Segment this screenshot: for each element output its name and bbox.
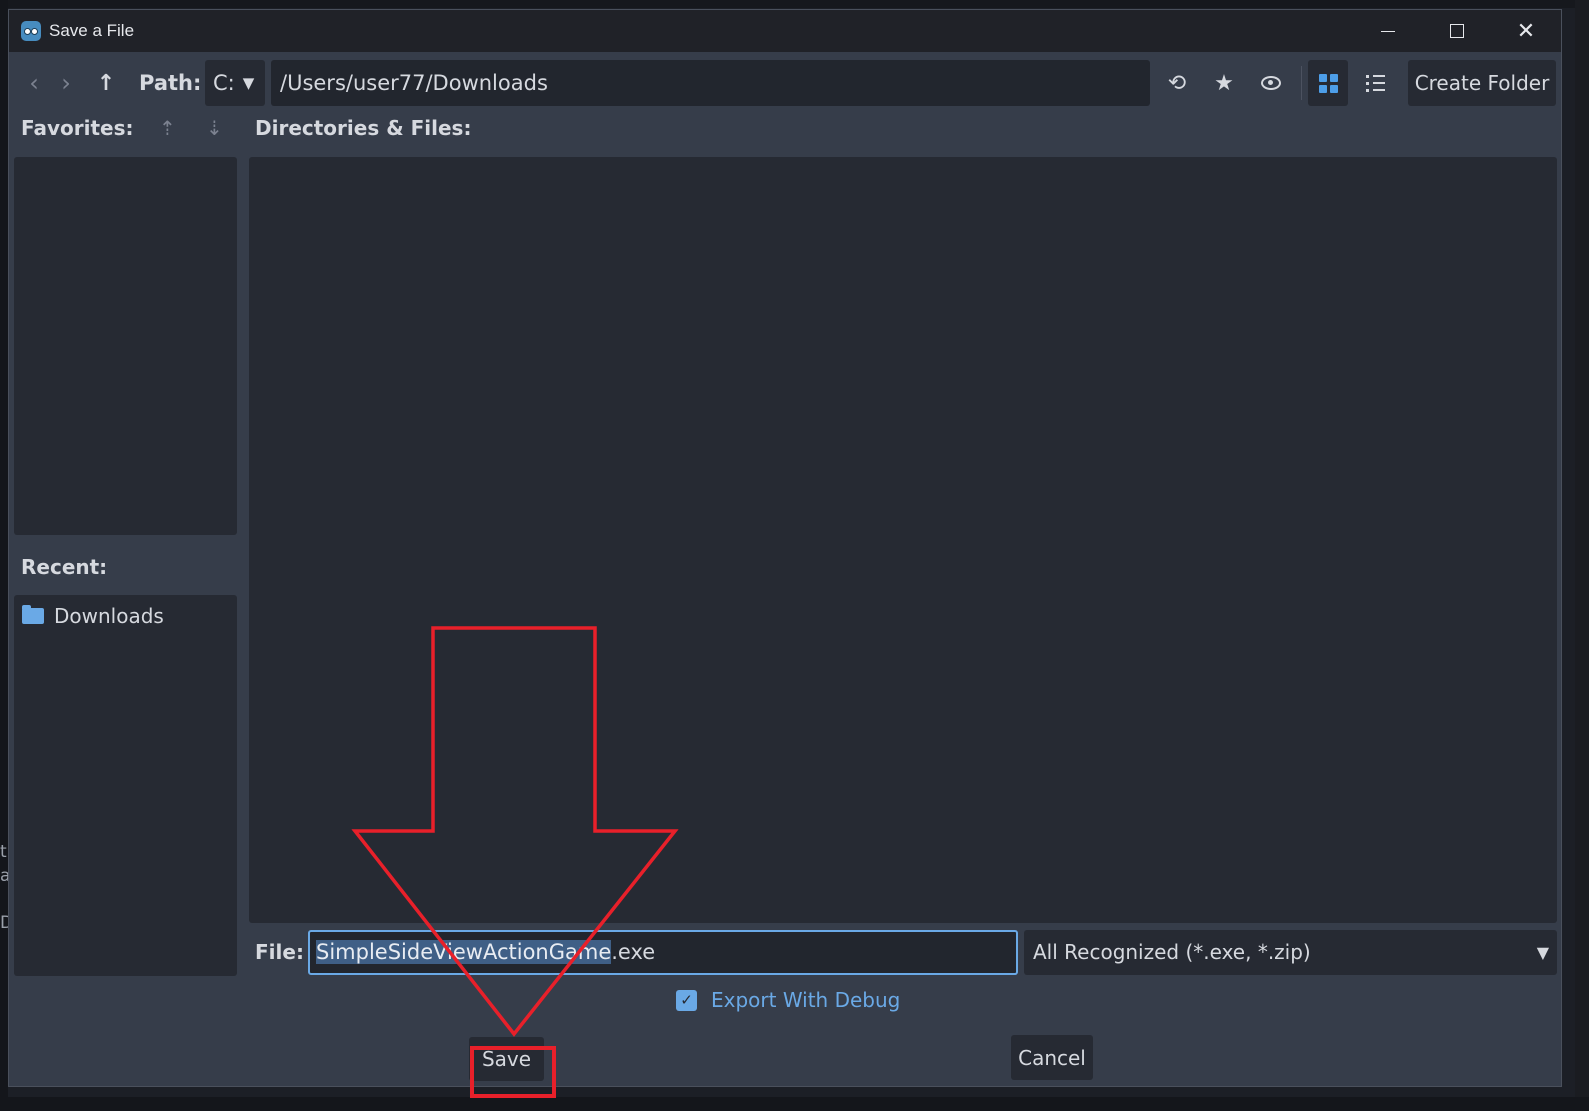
window-title: Save a File — [49, 21, 135, 40]
folder-icon — [22, 605, 44, 624]
move-favorite-up-button[interactable]: ⇡ — [159, 116, 176, 140]
toggle-hidden-files-button[interactable] — [1253, 60, 1289, 106]
path-toolbar: ‹ › ↑ Path: C: ▼ /Users/user77/Downloads… — [9, 60, 1561, 106]
directory-file-list[interactable] — [249, 157, 1557, 923]
file-type-filter-select[interactable]: All Recognized (*.exe, *.zip) ▼ — [1024, 930, 1557, 975]
file-label: File: — [255, 940, 304, 964]
recent-item-label: Downloads — [54, 604, 164, 628]
recent-label: Recent: — [21, 555, 108, 579]
cancel-button[interactable]: Cancel — [1011, 1035, 1093, 1080]
save-button[interactable]: Save — [469, 1037, 544, 1081]
drive-select[interactable]: C: ▼ — [205, 60, 265, 106]
back-button[interactable]: ‹ — [19, 60, 49, 106]
list-view-icon — [1365, 74, 1385, 92]
grid-view-icon — [1318, 73, 1338, 93]
maximize-button[interactable] — [1422, 10, 1492, 52]
arrow-up-icon: ⇡ — [159, 116, 176, 140]
close-icon: ✕ — [1516, 18, 1536, 44]
background-text-fragment: D — [0, 913, 8, 933]
eye-icon — [1261, 76, 1281, 90]
close-button[interactable]: ✕ — [1491, 10, 1561, 52]
arrow-down-icon: ⇣ — [206, 116, 223, 140]
file-extension: .exe — [611, 940, 656, 964]
path-label: Path: — [139, 71, 202, 95]
drive-value: C: — [213, 71, 235, 95]
chevron-left-icon: ‹ — [29, 69, 39, 97]
refresh-icon: ⟲ — [1167, 70, 1187, 96]
forward-button[interactable]: › — [51, 60, 81, 106]
chevron-right-icon: › — [61, 69, 71, 97]
save-file-dialog: Save a File ✕ ‹ › ↑ Path: C: ▼ /Users/us… — [8, 9, 1562, 1087]
background-right — [1575, 0, 1589, 1111]
go-up-button[interactable]: ↑ — [91, 60, 121, 106]
path-input[interactable]: /Users/user77/Downloads — [271, 60, 1150, 106]
title-bar[interactable]: Save a File ✕ — [9, 10, 1561, 52]
add-favorite-button[interactable]: ★ — [1206, 60, 1242, 106]
chevron-down-icon: ▼ — [242, 74, 255, 92]
recent-list[interactable]: Downloads — [14, 595, 237, 976]
export-debug-option[interactable]: ✓ Export With Debug — [676, 988, 900, 1012]
directories-files-label: Directories & Files: — [255, 116, 472, 140]
arrow-up-icon: ↑ — [96, 70, 116, 96]
favorites-label: Favorites: — [21, 116, 134, 140]
background-bottom — [0, 1097, 1589, 1111]
maximize-icon — [1450, 24, 1464, 38]
background-text-fragment: t — [0, 842, 7, 862]
file-name-selection: SimpleSideViewActionGame — [316, 940, 612, 964]
minimize-icon — [1381, 30, 1395, 32]
list-view-button[interactable] — [1355, 60, 1395, 106]
chevron-down-icon: ▼ — [1536, 943, 1549, 962]
export-debug-checkbox[interactable]: ✓ — [676, 989, 697, 1011]
move-favorite-down-button[interactable]: ⇣ — [206, 116, 223, 140]
background-text-fragment: a — [0, 866, 8, 886]
filter-value: All Recognized (*.exe, *.zip) — [1033, 940, 1311, 964]
background-top — [0, 0, 1589, 8]
create-folder-button[interactable]: Create Folder — [1408, 60, 1556, 106]
godot-logo-icon — [21, 21, 41, 41]
star-icon: ★ — [1214, 70, 1234, 96]
minimize-button[interactable] — [1353, 10, 1423, 52]
recent-item-downloads[interactable]: Downloads — [22, 604, 164, 628]
favorites-list[interactable] — [14, 157, 237, 535]
toolbar-divider — [1301, 66, 1302, 100]
file-name-input[interactable]: SimpleSideViewActionGame.exe — [308, 930, 1018, 975]
background-left — [0, 0, 8, 1111]
checkmark-icon: ✓ — [680, 991, 693, 1009]
export-debug-label[interactable]: Export With Debug — [711, 988, 900, 1012]
grid-view-button[interactable] — [1308, 60, 1348, 106]
refresh-button[interactable]: ⟲ — [1159, 60, 1195, 106]
